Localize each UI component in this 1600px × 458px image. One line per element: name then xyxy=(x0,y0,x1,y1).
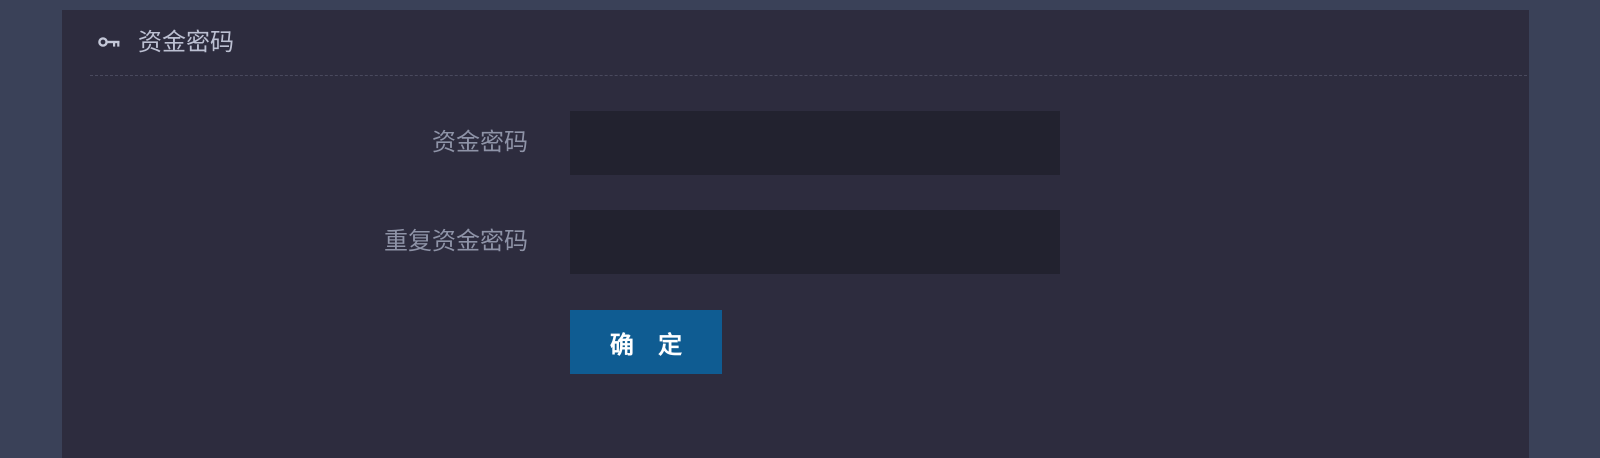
repeat-fund-password-row: 重复资金密码 xyxy=(62,210,1529,274)
fund-password-label: 资金密码 xyxy=(432,128,528,156)
panel-title: 资金密码 xyxy=(138,28,234,56)
repeat-fund-password-input[interactable] xyxy=(570,210,1060,274)
repeat-fund-password-label: 重复资金密码 xyxy=(384,227,528,255)
fund-password-panel: 资金密码 资金密码 重复资金密码 确 定 xyxy=(62,10,1529,458)
confirm-button[interactable]: 确 定 xyxy=(570,310,722,374)
fund-password-row: 资金密码 xyxy=(62,111,1529,175)
panel-header: 资金密码 xyxy=(90,10,1527,76)
fund-password-input[interactable] xyxy=(570,111,1060,175)
key-icon xyxy=(98,37,120,47)
